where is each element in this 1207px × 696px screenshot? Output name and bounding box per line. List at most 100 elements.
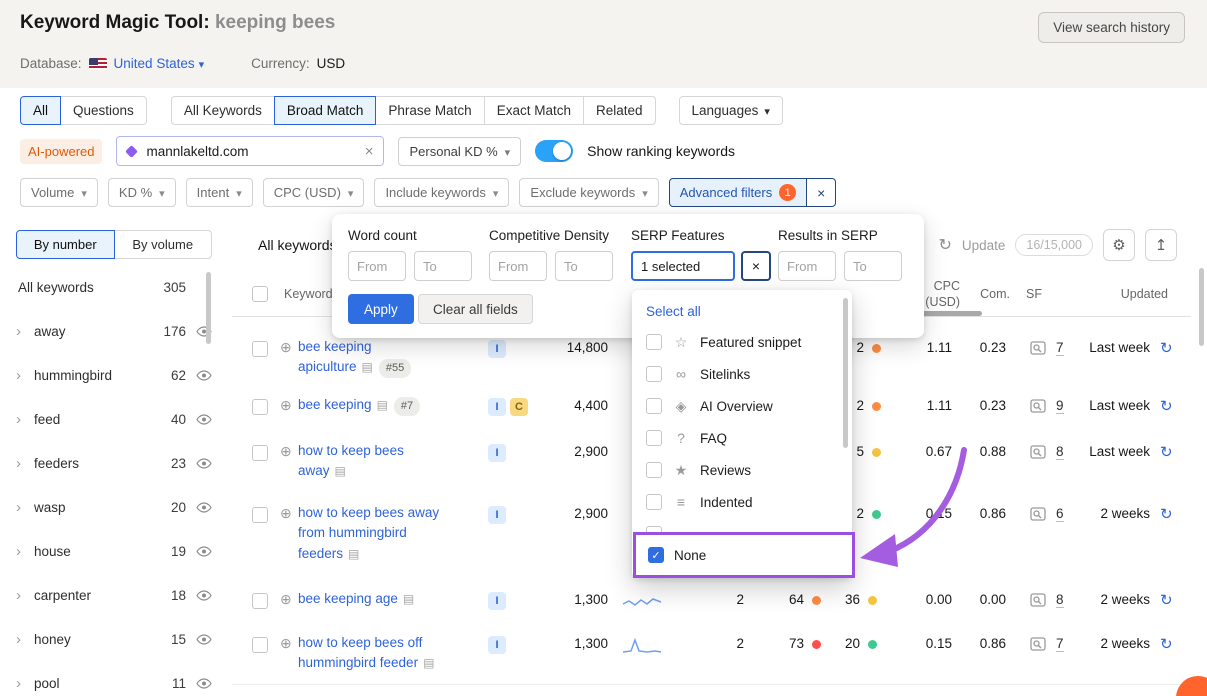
serp-features-icon[interactable] [1030, 637, 1046, 656]
group-row-honey[interactable]: honey 15 [16, 617, 212, 661]
refresh-row-icon[interactable] [1160, 443, 1173, 461]
serp-features-icon[interactable] [1030, 399, 1046, 418]
eye-icon[interactable] [196, 590, 212, 601]
page-scrollbar[interactable] [1199, 268, 1204, 346]
group-row-feeders[interactable]: feeders 23 [16, 441, 212, 485]
option-checkbox[interactable] [646, 430, 662, 446]
eye-icon[interactable] [196, 370, 212, 381]
clear-serp-features-icon[interactable] [741, 251, 771, 281]
group-row-hummingbird[interactable]: hummingbird 62 [16, 353, 212, 397]
database-selector[interactable]: United States [114, 56, 205, 71]
chevron-right-icon[interactable] [16, 411, 34, 428]
volume-filter[interactable]: Volume [20, 178, 98, 207]
tab-exact-match[interactable]: Exact Match [484, 96, 584, 125]
group-row-carpenter[interactable]: carpenter 18 [16, 573, 212, 617]
keyword-link[interactable]: bee keeping [298, 397, 372, 412]
exclude-keywords-filter[interactable]: Exclude keywords [519, 178, 658, 207]
all-keywords-tab[interactable]: All keywords [258, 237, 337, 253]
chevron-right-icon[interactable] [16, 323, 34, 340]
option-checkbox[interactable] [646, 334, 662, 350]
group-row-wasp[interactable]: wasp 20 [16, 485, 212, 529]
export-button[interactable] [1145, 229, 1177, 261]
com-column-header[interactable]: Com. [976, 287, 1010, 301]
include-keywords-filter[interactable]: Include keywords [374, 178, 509, 207]
table-horizontal-scrollbar[interactable] [920, 311, 982, 316]
personal-kd-dropdown[interactable]: Personal KD % [398, 137, 521, 166]
clear-advanced-filters-icon[interactable] [807, 178, 836, 207]
serp-feature-option-reviews[interactable]: ★Reviews [632, 454, 852, 486]
group-all-keywords[interactable]: All keywords 305 [16, 265, 212, 309]
sf-count-link[interactable]: 8 [1056, 444, 1064, 460]
chevron-right-icon[interactable] [16, 455, 34, 472]
option-checkbox[interactable] [646, 398, 662, 414]
settings-gear-button[interactable] [1103, 229, 1135, 261]
add-keyword-icon[interactable] [280, 635, 292, 652]
keyword-link[interactable]: how to keep bees away from hummingbird f… [298, 505, 439, 561]
add-keyword-icon[interactable] [280, 591, 292, 608]
chevron-right-icon[interactable] [16, 631, 34, 648]
add-keyword-icon[interactable] [280, 505, 292, 522]
tab-related[interactable]: Related [583, 96, 656, 125]
serp-features-icon[interactable] [1030, 507, 1046, 526]
group-row-feed[interactable]: feed 40 [16, 397, 212, 441]
row-checkbox[interactable] [252, 445, 268, 461]
sf-count-link[interactable]: 9 [1056, 398, 1064, 414]
serp-preview-icon[interactable] [362, 360, 373, 374]
chevron-right-icon[interactable] [16, 499, 34, 516]
refresh-row-icon[interactable] [1160, 505, 1173, 523]
serp-features-icon[interactable] [1030, 593, 1046, 612]
tab-all[interactable]: All [20, 96, 61, 125]
competitive-density-from-input[interactable] [489, 251, 547, 281]
tab-phrase-match[interactable]: Phrase Match [375, 96, 484, 125]
serp-features-icon[interactable] [1030, 341, 1046, 360]
row-checkbox[interactable] [252, 637, 268, 653]
keyword-link[interactable]: bee keeping age [298, 591, 398, 606]
cpc-filter[interactable]: CPC (USD) [263, 178, 365, 207]
tab-all-keywords[interactable]: All Keywords [171, 96, 275, 125]
select-all-checkbox[interactable] [252, 286, 268, 302]
word-count-to-input[interactable] [414, 251, 472, 281]
update-label[interactable]: Update [962, 238, 1006, 253]
serp-preview-icon[interactable] [348, 547, 359, 561]
chevron-right-icon[interactable] [16, 587, 34, 604]
serp-preview-icon[interactable] [377, 398, 388, 412]
serp-preview-icon[interactable] [403, 592, 414, 606]
refresh-row-icon[interactable] [1160, 635, 1173, 653]
select-all-option[interactable]: Select all [632, 296, 852, 326]
serp-preview-icon[interactable] [423, 656, 434, 670]
dropdown-scrollbar[interactable] [843, 298, 848, 448]
kd-filter[interactable]: KD % [108, 178, 176, 207]
chevron-right-icon[interactable] [16, 675, 34, 692]
competitive-density-to-input[interactable] [555, 251, 613, 281]
view-search-history-button[interactable]: View search history [1038, 12, 1185, 43]
eye-icon[interactable] [196, 458, 212, 469]
serp-feature-option-indented[interactable]: ≡Indented [632, 486, 852, 518]
add-keyword-icon[interactable] [280, 397, 292, 414]
row-checkbox[interactable] [252, 341, 268, 357]
keyword-column-header[interactable]: Keyword [284, 287, 333, 301]
refresh-row-icon[interactable] [1160, 591, 1173, 609]
serp-feature-option-none[interactable]: None [633, 532, 855, 578]
apply-button[interactable]: Apply [348, 294, 414, 324]
row-checkbox[interactable] [252, 399, 268, 415]
keyword-link[interactable]: how to keep bees away [298, 443, 404, 478]
eye-icon[interactable] [196, 502, 212, 513]
tab-broad-match[interactable]: Broad Match [274, 96, 377, 125]
sf-count-link[interactable]: 6 [1056, 506, 1064, 522]
sf-count-link[interactable]: 7 [1056, 636, 1064, 652]
keyword-link[interactable]: how to keep bees off hummingbird feeder [298, 635, 422, 670]
sf-column-header[interactable]: SF [1026, 287, 1042, 301]
refresh-row-icon[interactable] [1160, 339, 1173, 357]
intent-filter[interactable]: Intent [186, 178, 253, 207]
chevron-right-icon[interactable] [16, 543, 34, 560]
results-in-serp-from-input[interactable] [778, 251, 836, 281]
languages-dropdown[interactable]: Languages [679, 96, 783, 125]
add-keyword-icon[interactable] [280, 339, 292, 356]
tab-questions[interactable]: Questions [60, 96, 147, 125]
sf-count-link[interactable]: 7 [1056, 340, 1064, 356]
group-row-house[interactable]: house 19 [16, 529, 212, 573]
serp-features-select[interactable]: 1 selected [631, 251, 735, 281]
update-refresh-icon[interactable] [938, 235, 951, 255]
serp-feature-option-faq[interactable]: ?FAQ [632, 422, 852, 454]
serp-feature-option-featured-snippet[interactable]: ☆Featured snippet [632, 326, 852, 358]
